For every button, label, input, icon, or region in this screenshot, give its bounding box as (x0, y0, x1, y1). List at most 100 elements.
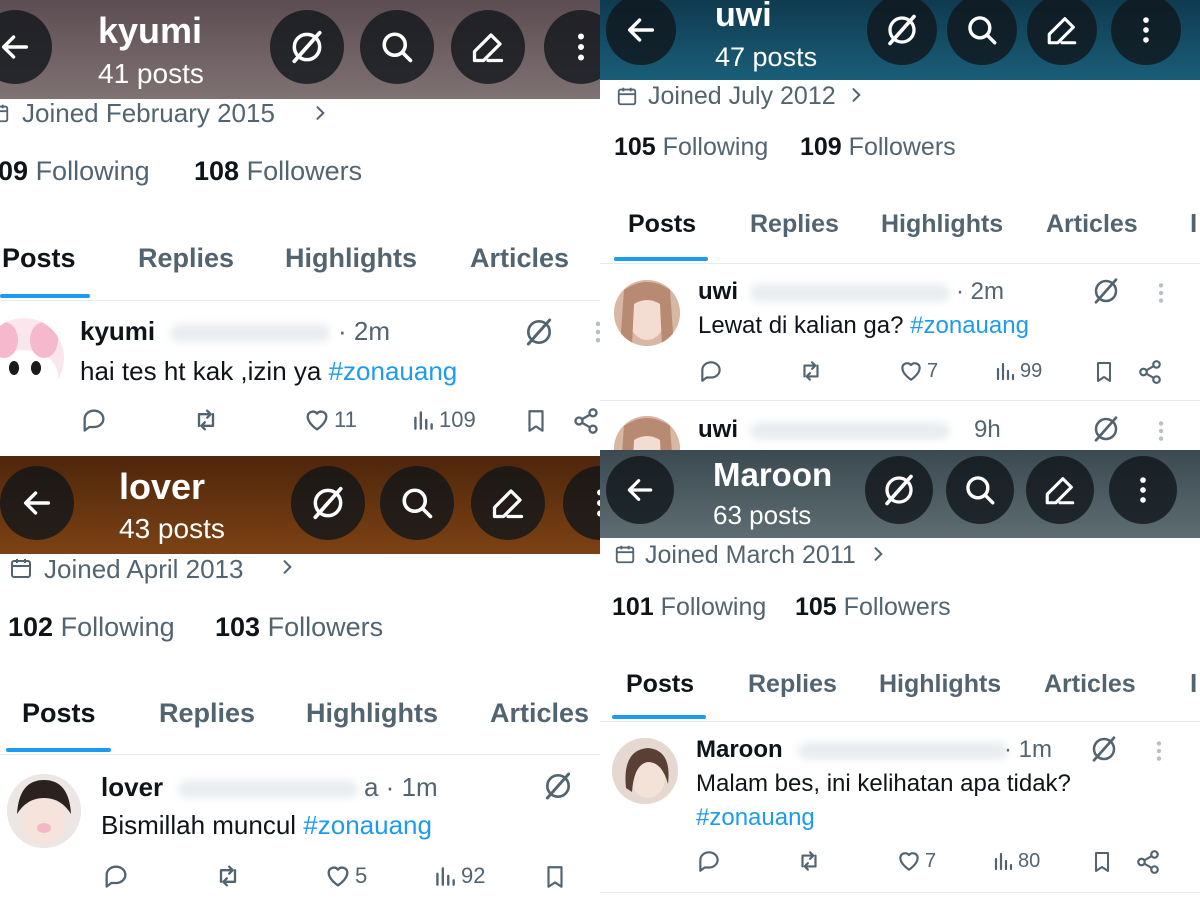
avatar[interactable] (7, 774, 81, 848)
tab-posts[interactable]: Posts (628, 210, 696, 239)
tab-articles[interactable]: Articles (1046, 210, 1138, 239)
avatar[interactable] (0, 318, 64, 398)
share-icon[interactable] (1135, 848, 1161, 876)
grok-button[interactable] (865, 456, 933, 524)
reply-button[interactable] (698, 358, 724, 384)
post-author[interactable]: kyumi (80, 316, 155, 347)
followers-link[interactable]: 108 Followers (194, 156, 362, 187)
more-button[interactable] (544, 10, 600, 84)
followers-link[interactable]: 105 Followers (795, 593, 951, 622)
back-button[interactable] (606, 0, 676, 65)
following-link[interactable]: 09 Following (0, 156, 150, 187)
edit-button[interactable] (1027, 0, 1097, 65)
share-icon[interactable] (572, 406, 600, 436)
grok-icon[interactable] (542, 770, 574, 802)
more-vert-icon[interactable] (1152, 280, 1170, 306)
more-vert-icon[interactable] (1150, 738, 1168, 764)
tab-posts[interactable]: Posts (22, 698, 96, 729)
repost-button[interactable] (190, 406, 222, 434)
chevron-right-icon[interactable] (868, 543, 888, 565)
tab-highlights[interactable]: Highlights (306, 698, 438, 729)
followers-count: 109 (800, 133, 842, 161)
tab-posts[interactable]: Posts (2, 243, 76, 274)
repost-button[interactable] (212, 862, 244, 890)
bookmark-icon[interactable] (542, 862, 568, 892)
search-button[interactable] (947, 0, 1017, 65)
bookmark-icon[interactable] (1092, 358, 1116, 386)
search-button[interactable] (946, 456, 1014, 524)
reply-button[interactable] (696, 848, 722, 874)
grok-icon[interactable] (1091, 414, 1121, 444)
post-hashtag[interactable]: #zonauang (303, 810, 432, 840)
avatar[interactable] (614, 416, 680, 450)
edit-icon (1045, 477, 1075, 505)
views-button[interactable]: 99 (993, 358, 1042, 384)
more-button[interactable] (563, 466, 600, 540)
tab-posts[interactable]: Posts (626, 670, 694, 699)
tab-replies[interactable]: Replies (748, 670, 837, 699)
more-vert-icon[interactable] (588, 318, 600, 346)
bookmark-icon[interactable] (523, 406, 549, 436)
more-button[interactable] (1109, 456, 1177, 524)
followers-link[interactable]: 103 Followers (215, 612, 383, 643)
share-icon[interactable] (1137, 358, 1163, 386)
tab-replies[interactable]: Replies (138, 243, 234, 274)
post-author[interactable]: uwi (698, 278, 738, 306)
back-button[interactable] (0, 10, 52, 84)
tab-articles[interactable]: Articles (490, 698, 589, 729)
edit-button[interactable] (471, 466, 545, 540)
back-button[interactable] (606, 456, 674, 524)
chevron-right-icon[interactable] (277, 556, 297, 578)
more-vert-icon[interactable] (1152, 418, 1170, 444)
like-button[interactable]: 7 (896, 848, 936, 874)
post-author[interactable]: uwi (698, 416, 738, 444)
grok-button[interactable] (867, 0, 937, 65)
repost-button[interactable] (794, 848, 824, 874)
grok-icon[interactable] (523, 316, 555, 348)
edit-button[interactable] (1026, 456, 1094, 524)
tab-replies[interactable]: Replies (159, 698, 255, 729)
edit-button[interactable] (451, 10, 525, 84)
avatar[interactable] (612, 738, 678, 804)
following-link[interactable]: 105 Following (614, 133, 768, 162)
views-button[interactable]: 80 (991, 848, 1040, 874)
grok-button[interactable] (270, 10, 344, 84)
repost-icon (803, 361, 819, 381)
active-tab-indicator (0, 294, 90, 298)
more-button[interactable] (1111, 0, 1181, 65)
like-button[interactable]: 5 (324, 862, 367, 890)
tab-highlights[interactable]: Highlights (879, 670, 1001, 699)
avatar[interactable] (614, 280, 680, 346)
post-author[interactable]: lover (101, 772, 163, 803)
post-hashtag[interactable]: #zonauang (329, 356, 458, 386)
grok-button[interactable] (291, 466, 365, 540)
tab-articles[interactable]: Articles (1044, 670, 1136, 699)
tab-articles[interactable]: Articles (470, 243, 569, 274)
post-author[interactable]: Maroon (696, 736, 783, 764)
search-button[interactable] (380, 466, 454, 540)
bookmark-icon[interactable] (1090, 848, 1114, 876)
views-button[interactable]: 109 (410, 406, 476, 434)
grok-icon[interactable] (1089, 734, 1119, 764)
grok-icon[interactable] (1091, 276, 1121, 306)
reply-button[interactable] (80, 406, 108, 434)
tab-replies[interactable]: Replies (750, 210, 839, 239)
repost-button[interactable] (796, 358, 826, 384)
like-button[interactable]: 7 (898, 358, 938, 384)
following-link[interactable]: 102 Following (8, 612, 175, 643)
post-hashtag[interactable]: #zonauang (910, 312, 1029, 339)
back-button[interactable] (0, 466, 74, 540)
views-button[interactable]: 92 (432, 862, 485, 890)
post-hashtag[interactable]: #zonauang (696, 804, 815, 832)
views-count: 92 (461, 863, 486, 888)
like-button[interactable]: 11 (303, 406, 357, 434)
search-button[interactable] (360, 10, 434, 84)
tab-highlights[interactable]: Highlights (881, 210, 1003, 239)
reply-button[interactable] (102, 862, 130, 890)
tab-highlights[interactable]: Highlights (285, 243, 417, 274)
chevron-right-icon[interactable] (310, 102, 330, 124)
followers-label: Followers (843, 593, 951, 621)
chevron-right-icon[interactable] (846, 84, 866, 106)
following-link[interactable]: 101 Following (612, 593, 766, 622)
followers-link[interactable]: 109 Followers (800, 133, 956, 162)
